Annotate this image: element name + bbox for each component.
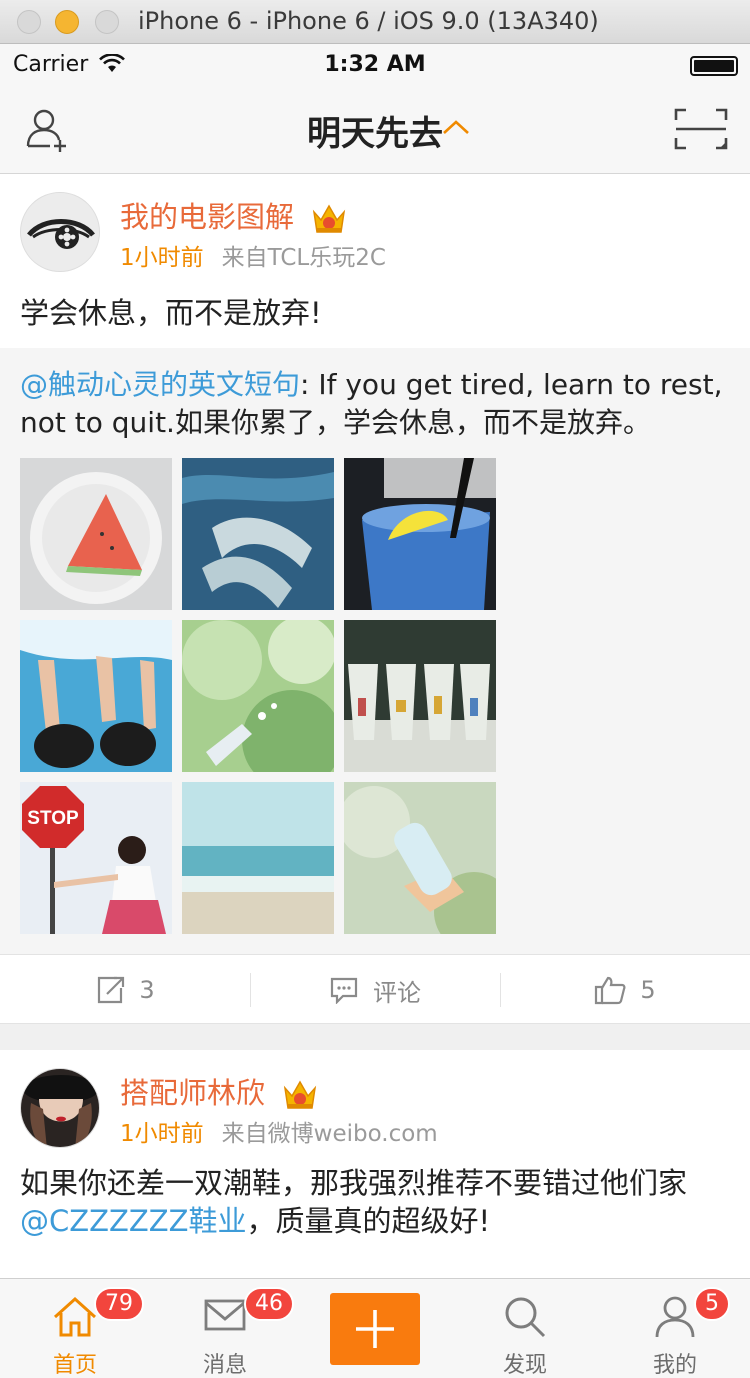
username[interactable]: 搭配师林欣	[120, 1070, 318, 1112]
tab-bar: 首页 79 消息 46 发现 我的 5	[0, 1278, 750, 1378]
comment-icon	[330, 977, 358, 1004]
photo-thumbnail[interactable]: STOP	[20, 782, 172, 934]
home-badge: 79	[94, 1287, 144, 1321]
vip-crown-icon	[284, 1080, 317, 1109]
post-text: 学会休息，而不是放弃!	[20, 296, 322, 330]
vip-crown-icon	[313, 204, 346, 233]
repost-icon	[98, 976, 125, 1004]
user-icon	[655, 1296, 695, 1338]
avatar[interactable]	[20, 192, 100, 272]
post-time: 1小时前	[120, 1121, 204, 1147]
mention-link[interactable]: @CZZZZZZ鞋业	[20, 1204, 246, 1238]
post-source: 来自微博weibo.com	[221, 1121, 438, 1147]
home-icon	[53, 1296, 97, 1337]
svg-text:STOP: STOP	[27, 808, 79, 829]
chevron-up-icon[interactable]	[442, 118, 470, 136]
post-text: 如果你还差一双潮鞋，那我强烈推荐不要错过他们家 @CZZZZZZ鞋业，质量真的超级…	[20, 1166, 688, 1238]
status-time: 1:32 AM	[324, 52, 426, 77]
window-title: iPhone 6 - iPhone 6 / iOS 9.0 (13A340)	[138, 7, 599, 35]
photo-thumbnail[interactable]	[344, 620, 496, 772]
post-source: 来自TCL乐玩2C	[221, 245, 386, 271]
me-badge: 5	[694, 1287, 730, 1321]
repost-block[interactable]: @触动心灵的英文短句: If you get tired, learn to r…	[0, 348, 750, 954]
username[interactable]: 我的电影图解	[120, 194, 347, 236]
plus-icon	[356, 1310, 394, 1348]
mail-icon	[204, 1299, 246, 1331]
navigation-bar: 明天先去	[0, 86, 750, 174]
zoom-window-button[interactable]	[95, 10, 119, 34]
tab-me[interactable]: 我的 5	[600, 1279, 750, 1378]
post-meta: 1小时前 来自TCL乐玩2C	[120, 238, 386, 272]
photo-thumbnail[interactable]	[182, 782, 334, 934]
nav-title[interactable]: 明天先去	[0, 106, 750, 155]
battery-icon	[690, 56, 738, 76]
compose-button[interactable]	[330, 1293, 420, 1365]
photo-thumbnail[interactable]	[344, 458, 496, 610]
tab-messages[interactable]: 消息 46	[150, 1279, 300, 1378]
repost-text: @触动心灵的英文短句: If you get tired, learn to r…	[20, 368, 723, 439]
post-card[interactable]: 我的电影图解 1小时前 来自TCL乐玩2C 学会休息，而不是放弃! @触动心灵的英…	[0, 174, 750, 1024]
post-meta: 1小时前 来自微博weibo.com	[120, 1114, 438, 1148]
tab-home[interactable]: 首页 79	[0, 1279, 150, 1378]
comment-button[interactable]: 评论	[250, 955, 500, 1025]
post-time: 1小时前	[120, 245, 204, 271]
photo-thumbnail[interactable]	[20, 458, 172, 610]
feed[interactable]: 我的电影图解 1小时前 来自TCL乐玩2C 学会休息，而不是放弃! @触动心灵的英…	[0, 174, 750, 1278]
photo-thumbnail[interactable]	[20, 620, 172, 772]
photo-thumbnail[interactable]	[182, 458, 334, 610]
status-bar: Carrier 1:32 AM	[0, 44, 750, 86]
photo-thumbnail[interactable]	[182, 620, 334, 772]
post-actions: 3 评论 5	[0, 954, 750, 1024]
thumbs-up-icon	[595, 976, 626, 1005]
simulator-titlebar: iPhone 6 - iPhone 6 / iOS 9.0 (13A340)	[0, 0, 750, 44]
close-window-button[interactable]	[17, 10, 41, 34]
messages-badge: 46	[244, 1287, 294, 1321]
search-icon	[505, 1297, 546, 1338]
mention-link[interactable]: @触动心灵的英文短句	[20, 368, 300, 401]
scan-qr-icon[interactable]	[674, 108, 728, 150]
minimize-window-button[interactable]	[55, 10, 79, 34]
repost-button[interactable]: 3	[0, 955, 250, 1025]
photo-thumbnail[interactable]	[344, 782, 496, 934]
tab-discover[interactable]: 发现	[450, 1279, 600, 1378]
avatar[interactable]	[20, 1068, 100, 1148]
like-button[interactable]: 5	[500, 955, 750, 1025]
post-card[interactable]: 搭配师林欣 1小时前 来自微博weibo.com 如果你还差一双潮鞋，那我强烈推荐…	[0, 1050, 750, 1278]
